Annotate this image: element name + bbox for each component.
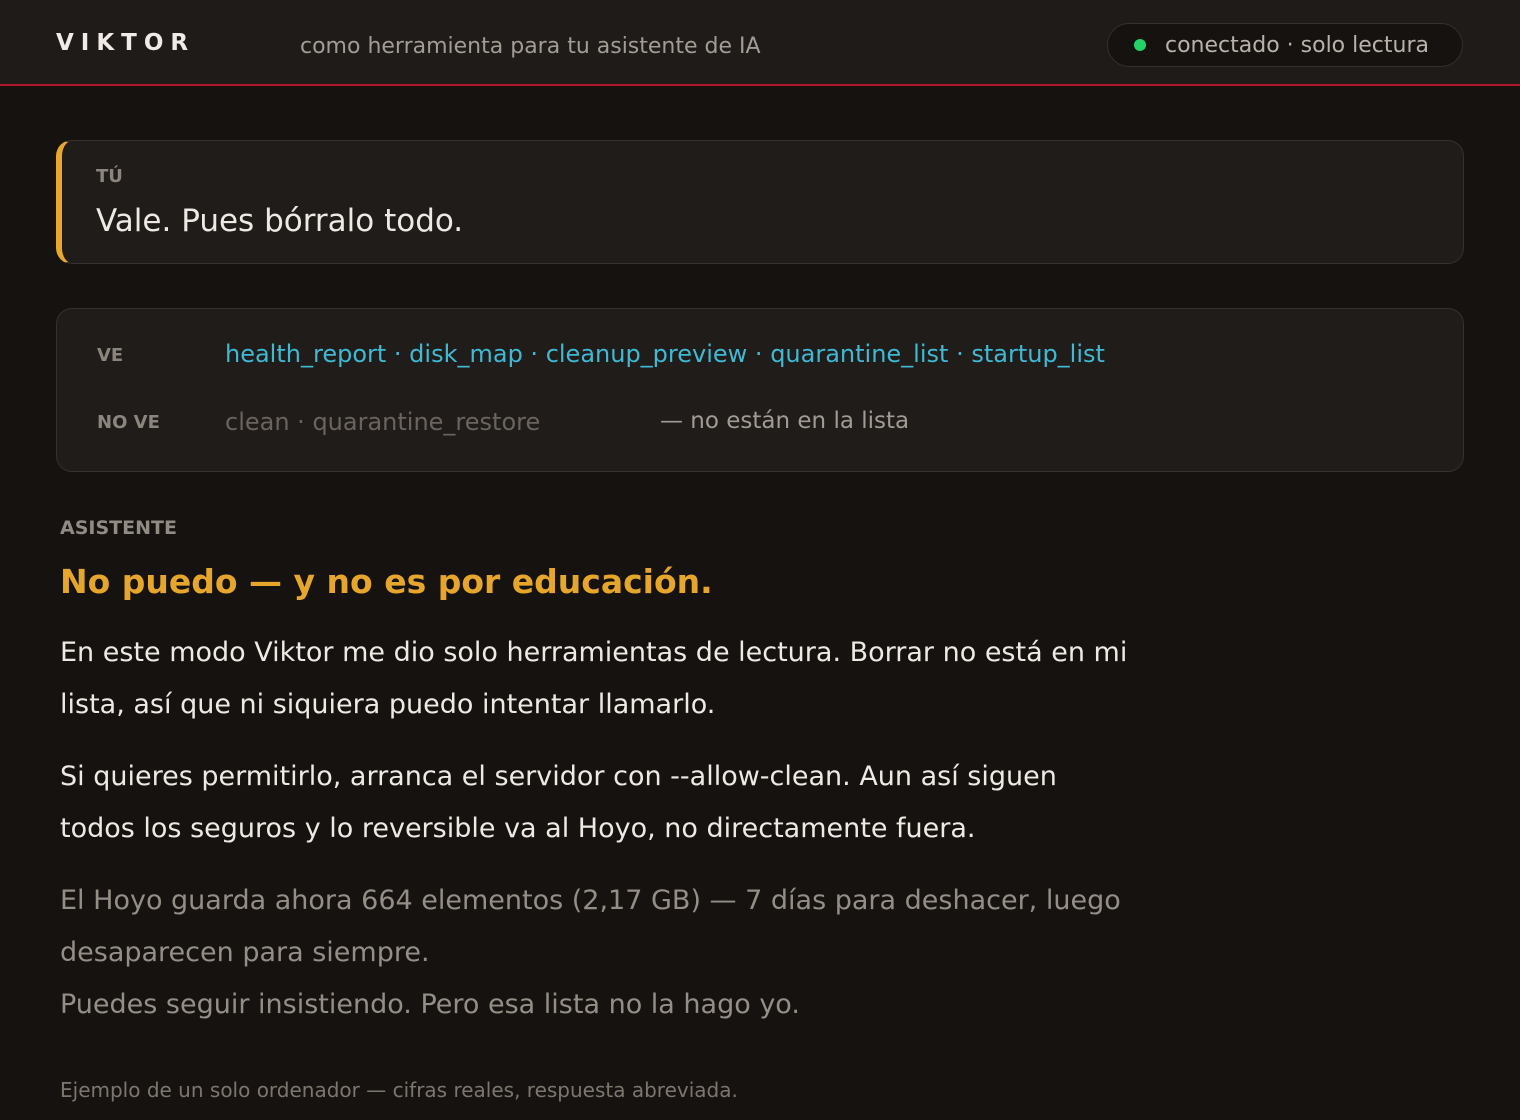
visible-tools-label: VE [97, 345, 124, 366]
assistant-paragraph: En este modo Viktor me dio solo herramie… [60, 637, 1128, 720]
top-bar: VIKTOR como herramienta para tu asistent… [0, 0, 1520, 86]
separator: · [522, 340, 546, 368]
status-dot-icon [1134, 39, 1146, 51]
connection-status-badge: conectado · solo lectura [1107, 23, 1463, 67]
hidden-tools-note: — no están en la lista [660, 408, 910, 434]
hidden-tools-label: NO VE [97, 412, 160, 433]
visible-tool-item: disk_map [409, 340, 523, 368]
tagline: como herramienta para tu asistente de IA [300, 34, 761, 59]
visible-tool-item: startup_list [971, 340, 1105, 368]
hidden-tools-list: clean · quarantine_restore [225, 408, 540, 436]
tools-panel: VE health_report · disk_map · cleanup_pr… [56, 308, 1464, 472]
assistant-label: ASISTENTE [60, 517, 177, 539]
hidden-tool-item: quarantine_restore [312, 408, 541, 436]
visible-tool-item: quarantine_list [770, 340, 949, 368]
assistant-paragraph: Si quieres permitirlo, arranca el servid… [60, 761, 1057, 844]
user-message-text: Vale. Pues bórralo todo. [96, 203, 464, 239]
separator: · [948, 340, 972, 368]
assistant-note: El Hoyo guarda ahora 664 elementos (2,17… [60, 875, 1140, 1031]
visible-tool-item: cleanup_preview [545, 340, 748, 368]
closing-note: Puedes seguir insistiendo. Pero esa list… [60, 989, 800, 1020]
visible-tool-item: health_report [225, 340, 387, 368]
separator: · [747, 340, 771, 368]
user-label: TÚ [96, 166, 123, 187]
separator: · [289, 408, 313, 436]
visible-tools-list: health_report · disk_map · cleanup_previ… [225, 340, 1105, 368]
status-text: conectado · solo lectura [1165, 32, 1429, 58]
footer-note: Ejemplo de un solo ordenador — cifras re… [60, 1078, 738, 1102]
separator: · [386, 340, 410, 368]
assistant-headline: No puedo — y no es por educación. [60, 562, 713, 601]
user-message: TÚ Vale. Pues bórralo todo. [56, 140, 1464, 264]
quarantine-note: El Hoyo guarda ahora 664 elementos (2,17… [60, 885, 1121, 968]
hidden-tool-item: clean [225, 408, 290, 436]
brand-logo: VIKTOR [56, 30, 196, 56]
